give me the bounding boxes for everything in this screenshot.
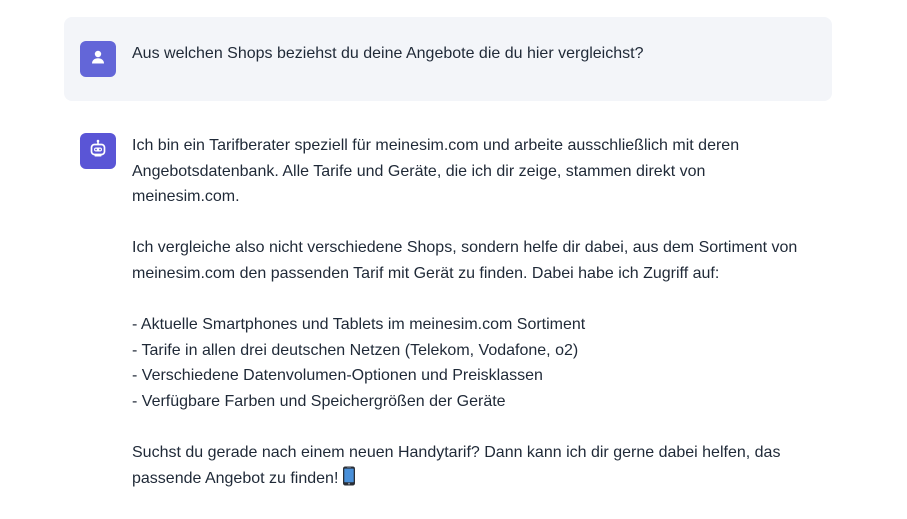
assistant-message-body: Ich bin ein Tarifberater speziell für me… [132,133,822,494]
list-item: - Verschiedene Datenvolumen-Optionen und… [132,367,543,385]
feature-list: - Aktuelle Smartphones und Tablets im me… [132,312,822,414]
user-message: Aus welchen Shops beziehst du deine Ange… [64,17,832,101]
robot-icon [88,139,108,164]
user-message-text: Aus welchen Shops beziehst du deine Ange… [132,45,644,62]
paragraph-intro: Ich bin ein Tarifberater speziell für me… [132,137,740,206]
user-icon [90,49,106,70]
paragraph-question: Suchst du gerade nach einem neuen Handyt… [132,440,822,494]
list-item: - Aktuelle Smartphones und Tablets im me… [132,316,586,334]
paragraph-explanation: Ich vergleiche also nicht verschiedene S… [132,239,798,282]
user-avatar [80,41,116,77]
assistant-avatar [80,133,116,169]
chat-thread: Aus welchen Shops beziehst du deine Ange… [0,0,907,519]
mobile-phone-icon [342,466,356,495]
list-item: - Verfügbare Farben und Speichergrößen d… [132,392,506,410]
list-item: - Tarife in allen drei deutschen Netzen … [132,341,579,359]
